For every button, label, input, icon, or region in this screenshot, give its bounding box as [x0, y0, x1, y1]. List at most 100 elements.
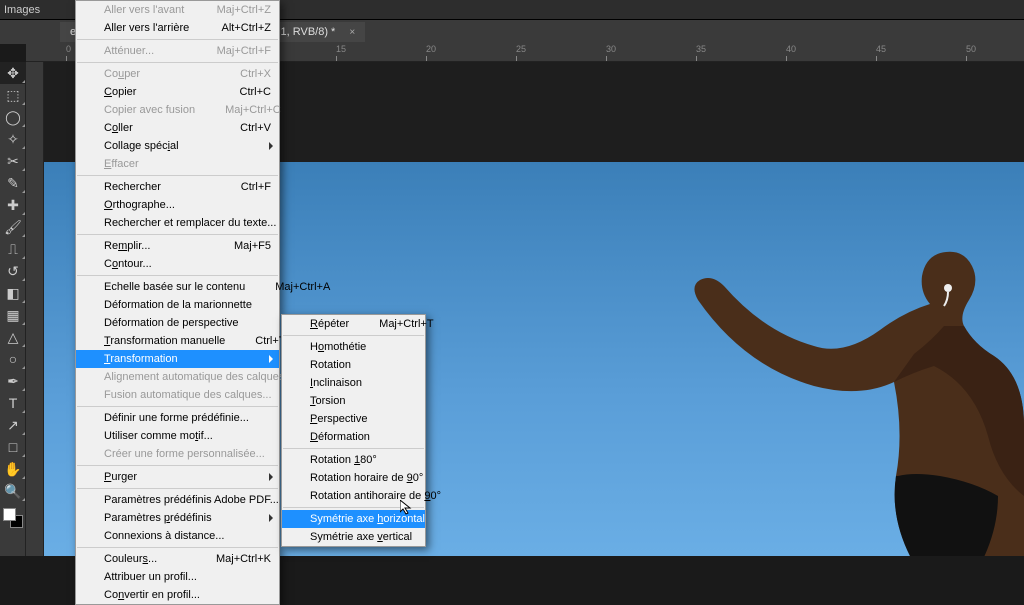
edit-menu-item[interactable]: Utiliser comme motif...: [76, 427, 279, 445]
close-icon[interactable]: ×: [349, 27, 355, 38]
blur-tool[interactable]: △: [0, 326, 26, 348]
stamp-tool[interactable]: ⎍: [0, 238, 26, 260]
transform-submenu-item[interactable]: Inclinaison: [282, 374, 425, 392]
transform-submenu-item[interactable]: Rotation: [282, 356, 425, 374]
menu-item-label: Rotation horaire de 90°: [310, 472, 423, 484]
move-tool[interactable]: ✥: [0, 62, 26, 84]
edit-menu-item[interactable]: CopierCtrl+C: [76, 83, 279, 101]
edit-menu-item: Créer une forme personnalisée...: [76, 445, 279, 463]
ruler-tick: 0: [66, 44, 71, 62]
submenu-arrow-icon: [269, 473, 273, 481]
hand-tool[interactable]: ✋: [0, 458, 26, 480]
menu-shortcut: Ctrl+X: [210, 68, 271, 80]
transform-submenu-item[interactable]: Rotation horaire de 90°: [282, 469, 425, 487]
edit-menu-item[interactable]: Aller vers l'arrièreAlt+Ctrl+Z: [76, 19, 279, 37]
transform-submenu-item[interactable]: Symétrie axe horizontal: [282, 510, 425, 528]
zoom-tool[interactable]: 🔍: [0, 480, 26, 502]
transform-submenu-item[interactable]: Symétrie axe vertical: [282, 528, 425, 546]
menu-images[interactable]: Images: [4, 4, 40, 16]
menu-item-label: Répéter: [310, 318, 349, 330]
pen-tool[interactable]: ✒: [0, 370, 26, 392]
menu-shortcut: Alt+Ctrl+Z: [191, 22, 271, 34]
ruler-tick: 25: [516, 44, 526, 62]
menu-item-label: Utiliser comme motif...: [104, 430, 213, 442]
lasso-tool[interactable]: ◯: [0, 106, 26, 128]
shape-tool[interactable]: □: [0, 436, 26, 458]
marquee-tool[interactable]: ⬚: [0, 84, 26, 106]
submenu-arrow-icon: [269, 514, 273, 522]
dodge-tool[interactable]: ○: [0, 348, 26, 370]
edit-menu-item[interactable]: Définir une forme prédéfinie...: [76, 409, 279, 427]
menu-item-label: Transformation manuelle: [104, 335, 225, 347]
edit-menu-item: Aller vers l'avantMaj+Ctrl+Z: [76, 1, 279, 19]
menu-item-label: Rotation 180°: [310, 454, 377, 466]
menu-shortcut: Maj+Ctrl+Z: [187, 4, 271, 16]
edit-menu-item[interactable]: Couleurs...Maj+Ctrl+K: [76, 550, 279, 568]
edit-menu-item[interactable]: CollerCtrl+V: [76, 119, 279, 137]
edit-menu-item[interactable]: Rechercher et remplacer du texte...: [76, 214, 279, 232]
vertical-ruler: [26, 62, 44, 556]
ruler-tick: 20: [426, 44, 436, 62]
menu-item-label: Torsion: [310, 395, 345, 407]
menu-item-label: Atténuer...: [104, 45, 154, 57]
edit-menu-item[interactable]: Echelle basée sur le contenuMaj+Ctrl+A: [76, 278, 279, 296]
transform-submenu-item[interactable]: Torsion: [282, 392, 425, 410]
magic-wand-tool[interactable]: ✧: [0, 128, 26, 150]
menu-item-label: Alignement automatique des calques...: [104, 371, 294, 383]
transform-submenu-item[interactable]: RépéterMaj+Ctrl+T: [282, 315, 425, 333]
menu-item-label: Couleurs...: [104, 553, 157, 565]
menu-item-label: Contour...: [104, 258, 152, 270]
transform-submenu-item[interactable]: Homothétie: [282, 338, 425, 356]
edit-menu-item: Copier avec fusionMaj+Ctrl+C: [76, 101, 279, 119]
edit-menu-item[interactable]: Paramètres prédéfinis: [76, 509, 279, 527]
history-brush-tool[interactable]: ↺: [0, 260, 26, 282]
edit-menu-item: CouperCtrl+X: [76, 65, 279, 83]
menu-item-label: Perspective: [310, 413, 367, 425]
menu-item-label: Effacer: [104, 158, 139, 170]
menu-item-label: Déformation de la marionnette: [104, 299, 252, 311]
crop-tool[interactable]: ✂: [0, 150, 26, 172]
edit-menu-item[interactable]: Orthographe...: [76, 196, 279, 214]
menu-item-label: Convertir en profil...: [104, 589, 200, 601]
edit-menu-item[interactable]: Collage spécial: [76, 137, 279, 155]
gradient-tool[interactable]: ▦: [0, 304, 26, 326]
edit-menu-item[interactable]: Remplir...Maj+F5: [76, 237, 279, 255]
brush-tool[interactable]: 🖌: [0, 216, 26, 238]
transform-submenu-item[interactable]: Déformation: [282, 428, 425, 446]
edit-menu-item[interactable]: Transformation: [76, 350, 279, 368]
path-tool[interactable]: ↗: [0, 414, 26, 436]
menu-item-label: Aller vers l'arrière: [104, 22, 189, 34]
edit-menu-item[interactable]: Paramètres prédéfinis Adobe PDF...: [76, 491, 279, 509]
edit-menu-item[interactable]: Déformation de perspective: [76, 314, 279, 332]
transform-submenu-item[interactable]: Rotation 180°: [282, 451, 425, 469]
menu-item-label: Paramètres prédéfinis Adobe PDF...: [104, 494, 279, 506]
edit-menu-item[interactable]: Contour...: [76, 255, 279, 273]
menu-item-label: Coller: [104, 122, 133, 134]
healing-tool[interactable]: ✚: [0, 194, 26, 216]
menu-item-label: Rechercher: [104, 181, 161, 193]
edit-menu-item[interactable]: Purger: [76, 468, 279, 486]
menu-item-label: Définir une forme prédéfinie...: [104, 412, 249, 424]
ruler-tick: 40: [786, 44, 796, 62]
color-swatch[interactable]: [3, 508, 23, 528]
menu-item-label: Homothétie: [310, 341, 366, 353]
type-tool[interactable]: T: [0, 392, 26, 414]
edit-menu-item[interactable]: Connexions à distance...: [76, 527, 279, 545]
menu-item-label: Créer une forme personnalisée...: [104, 448, 265, 460]
menu-item-label: Transformation: [104, 353, 178, 365]
tool-palette: ✥⬚◯✧✂✎✚🖌⎍↺◧▦△○✒T↗□✋🔍: [0, 62, 26, 556]
edit-menu-item[interactable]: RechercherCtrl+F: [76, 178, 279, 196]
transform-submenu-item[interactable]: Rotation antihoraire de 90°: [282, 487, 425, 505]
submenu-arrow-icon: [269, 142, 273, 150]
edit-menu-item[interactable]: Convertir en profil...: [76, 586, 279, 604]
edit-menu-item[interactable]: Attribuer un profil...: [76, 568, 279, 586]
ruler-tick: 30: [606, 44, 616, 62]
ruler-tick: 35: [696, 44, 706, 62]
menu-item-label: Inclinaison: [310, 377, 362, 389]
eraser-tool[interactable]: ◧: [0, 282, 26, 304]
menu-item-label: Orthographe...: [104, 199, 175, 211]
eyedropper-tool[interactable]: ✎: [0, 172, 26, 194]
transform-submenu-item[interactable]: Perspective: [282, 410, 425, 428]
edit-menu-item[interactable]: Déformation de la marionnette: [76, 296, 279, 314]
edit-menu-item[interactable]: Transformation manuelleCtrl+T: [76, 332, 279, 350]
